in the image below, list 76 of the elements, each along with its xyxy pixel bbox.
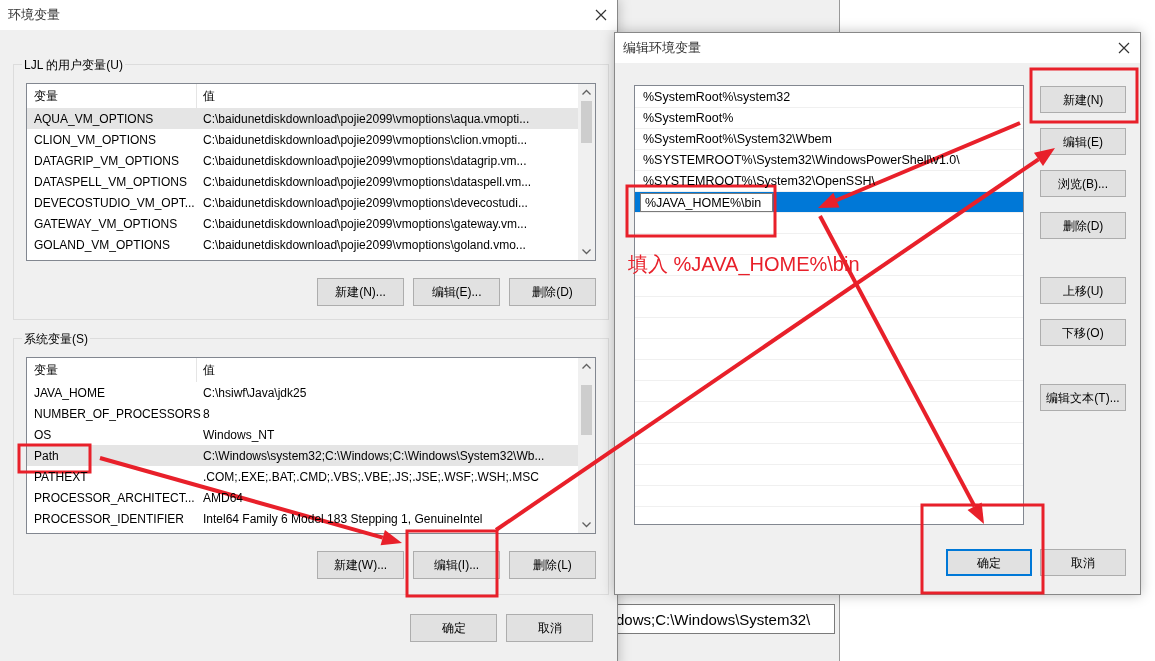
path-entry[interactable]: %SystemRoot%\system32 bbox=[643, 87, 791, 107]
button[interactable]: 编辑(E) bbox=[1040, 128, 1126, 155]
variable-value: AMD64 bbox=[203, 490, 243, 505]
variable-value: C:\baidunetdiskdownload\pojie2099\vmoptions\devecostudi... bbox=[203, 195, 528, 210]
button[interactable]: 新建(N)... bbox=[317, 278, 404, 306]
variable-name: GOLAND_VM_OPTIONS bbox=[34, 237, 171, 252]
scrollbar-thumb[interactable] bbox=[581, 385, 592, 435]
variable-value: C:\baidunetdiskdownload\pojie2099\vmoptions\aqua.vmopti... bbox=[203, 111, 530, 126]
text-field[interactable]: %JAVA_HOME%\bin bbox=[640, 192, 773, 212]
variable-name: OS bbox=[34, 427, 52, 442]
scrollbar-thumb[interactable] bbox=[581, 101, 592, 143]
button[interactable]: 确定 bbox=[410, 614, 497, 642]
button[interactable]: 新建(W)... bbox=[317, 551, 404, 579]
button[interactable]: 上移(U) bbox=[1040, 277, 1126, 304]
variable-name: PROCESSOR_ARCHITECT... bbox=[34, 490, 195, 505]
variable-row[interactable]: DATASPELL_VM_OPTIONS C:\baidunetdiskdownload\pojie2099\vmoptions\dataspell.vm... bbox=[27, 171, 578, 192]
button[interactable]: 删除(D) bbox=[509, 278, 596, 306]
variable-name: PATHEXT bbox=[34, 469, 88, 484]
variable-row[interactable]: CLION_VM_OPTIONS C:\baidunetdiskdownload\pojie2099\vmoptions\clion.vmopti... bbox=[27, 129, 578, 150]
variable-row[interactable]: PATHEXT .COM;.EXE;.BAT;.CMD;.VBS;.VBE;.JS;.JSE;.WSF;.WSH;.MSC bbox=[27, 466, 578, 487]
close-icon[interactable] bbox=[593, 7, 609, 23]
window-title: 编辑环境变量 bbox=[623, 39, 701, 58]
variable-row[interactable]: DATAGRIP_VM_OPTIONS C:\baidunetdiskdownload\pojie2099\vmoptions\datagrip.vm... bbox=[27, 150, 578, 171]
button[interactable]: 编辑(I)... bbox=[413, 551, 500, 579]
scrollbar[interactable] bbox=[578, 84, 595, 260]
variable-value: C:\Windows\system32;C:\Windows;C:\Windows\System32\Wb... bbox=[203, 448, 545, 463]
window-title: 环境变量 bbox=[8, 6, 60, 25]
variable-row[interactable]: DEVECOSTUDIO_VM_OPT... C:\baidunetdiskdownload\pojie2099\vmoptions\devecostudi... bbox=[27, 192, 578, 213]
button[interactable]: 取消 bbox=[1040, 549, 1126, 576]
close-icon[interactable] bbox=[1116, 40, 1132, 56]
variable-value: Windows_NT bbox=[203, 427, 275, 442]
variable-row[interactable]: OS Windows_NT bbox=[27, 424, 578, 445]
variable-row[interactable]: GOLAND_VM_OPTIONS C:\baidunetdiskdownload\pojie2099\vmoptions\goland.vmo... bbox=[27, 234, 578, 255]
variable-value: C:\baidunetdiskdownload\pojie2099\vmoptions\dataspell.vm... bbox=[203, 174, 532, 189]
path-entry[interactable]: %SystemRoot%\System32\Wbem bbox=[643, 129, 832, 149]
variable-value: .COM;.EXE;.BAT;.CMD;.VBS;.VBE;.JS;.JSE;.WSF;.WSH;.MSC bbox=[203, 469, 539, 484]
variable-name: PROCESSOR_IDENTIFIER bbox=[34, 511, 185, 526]
column-header[interactable]: 值 bbox=[197, 361, 578, 379]
variable-name: CLION_VM_OPTIONS bbox=[34, 132, 157, 147]
button[interactable]: 编辑(E)... bbox=[413, 278, 500, 306]
variable-name: DATASPELL_VM_OPTIONS bbox=[34, 174, 187, 189]
variable-row[interactable]: Path C:\Windows\system32;C:\Windows;C:\Windows\System32\Wb... bbox=[27, 445, 578, 466]
button[interactable]: 新建(N) bbox=[1040, 86, 1126, 113]
path-entry-row[interactable]: %JAVA_HOME%\bin bbox=[635, 192, 1023, 213]
button[interactable]: 编辑文本(T)... bbox=[1040, 384, 1126, 411]
variable-row[interactable]: AQUA_VM_OPTIONS C:\baidunetdiskdownload\pojie2099\vmoptions\aqua.vmopti... bbox=[27, 108, 578, 129]
group-title: LJL 的用户变量(U) bbox=[22, 56, 125, 74]
variable-name: GATEWAY_VM_OPTIONS bbox=[34, 216, 178, 231]
column-header[interactable]: 值 bbox=[197, 87, 578, 105]
button[interactable]: 删除(L) bbox=[509, 551, 596, 579]
variable-name: NUMBER_OF_PROCESSORS bbox=[34, 406, 201, 421]
column-header[interactable]: 变量 bbox=[27, 358, 197, 382]
button[interactable]: 下移(O) bbox=[1040, 319, 1126, 346]
variable-name: DEVECOSTUDIO_VM_OPT... bbox=[34, 195, 195, 210]
variable-value: 8 bbox=[203, 406, 210, 421]
variable-value: C:\baidunetdiskdownload\pojie2099\vmoptions\gateway.vm... bbox=[203, 216, 527, 231]
button[interactable]: 删除(D) bbox=[1040, 212, 1126, 239]
variable-value: C:\hsiwf\Java\jdk25 bbox=[203, 385, 307, 400]
variable-value: C:\baidunetdiskdownload\pojie2099\vmoptions\clion.vmopti... bbox=[203, 132, 528, 147]
button[interactable]: 浏览(B)... bbox=[1040, 170, 1126, 197]
variable-name: DATAGRIP_VM_OPTIONS bbox=[34, 153, 179, 168]
variable-value: C:\baidunetdiskdownload\pojie2099\vmoptions\goland.vmo... bbox=[203, 237, 526, 252]
path-entry[interactable]: %SystemRoot% bbox=[643, 108, 734, 128]
variable-row[interactable]: GATEWAY_VM_OPTIONS C:\baidunetdiskdownload\pojie2099\vmoptions\gateway.vm... bbox=[27, 213, 578, 234]
variable-name: JAVA_HOME bbox=[34, 385, 105, 400]
button[interactable]: 取消 bbox=[506, 614, 593, 642]
path-entry[interactable]: %SYSTEMROOT%\System32\OpenSSH\ bbox=[643, 171, 875, 191]
scrollbar[interactable] bbox=[578, 358, 595, 533]
variable-row[interactable]: NUMBER_OF_PROCESSORS 8 bbox=[27, 403, 578, 424]
variable-row[interactable]: JAVA_HOME C:\hsiwf\Java\jdk25 bbox=[27, 382, 578, 403]
group-title: 系统变量(S) bbox=[22, 330, 90, 348]
default-button[interactable]: 确定 bbox=[946, 549, 1032, 576]
variable-name: Path bbox=[34, 448, 59, 463]
variable-name: AQUA_VM_OPTIONS bbox=[34, 111, 154, 126]
variable-row[interactable]: PROCESSOR_ARCHITECT... AMD64 bbox=[27, 487, 578, 508]
variable-value: C:\baidunetdiskdownload\pojie2099\vmoptions\datagrip.vm... bbox=[203, 153, 527, 168]
